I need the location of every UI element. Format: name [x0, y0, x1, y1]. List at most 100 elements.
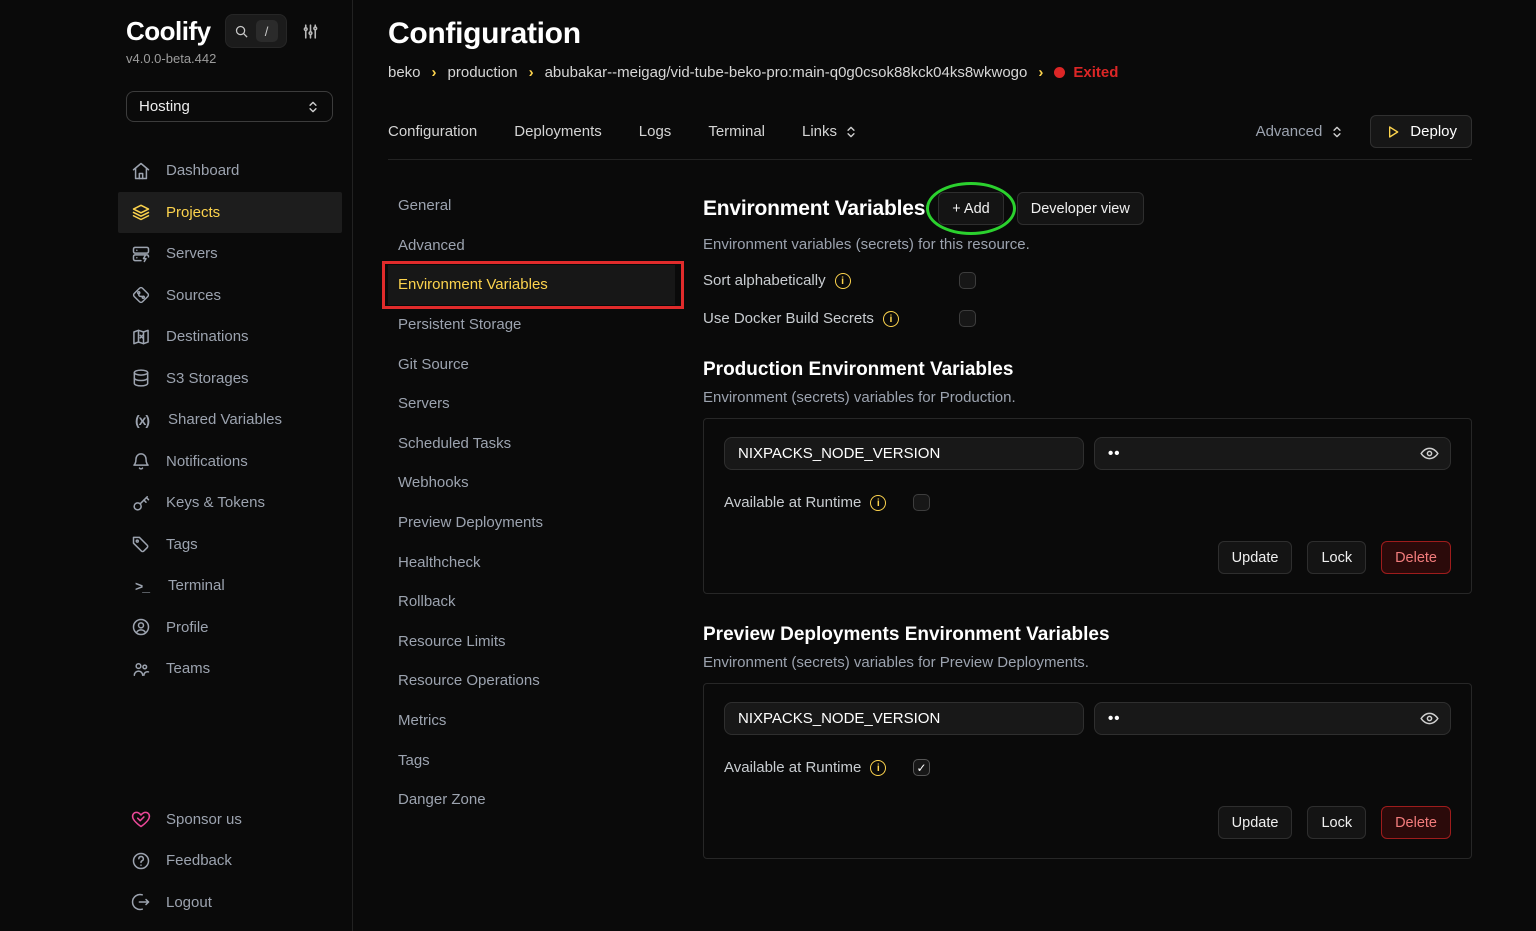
app-logo: Coolify — [126, 16, 211, 47]
sidebar-item-label: Destinations — [166, 328, 249, 345]
lock-button[interactable]: Lock — [1307, 541, 1366, 574]
subnav-item-general[interactable]: General — [388, 186, 675, 226]
status-badge: Exited — [1054, 64, 1118, 81]
reveal-value-button[interactable] — [1419, 708, 1440, 729]
subnav-item-label: Environment Variables — [398, 276, 548, 293]
sidebar-item-logout[interactable]: Logout — [118, 882, 344, 924]
variable-name-input[interactable] — [724, 437, 1084, 470]
subnav-item-danger-zone[interactable]: Danger Zone — [388, 780, 675, 820]
status-dot-icon — [1054, 67, 1065, 78]
sidebar-item-teams[interactable]: Teams — [118, 648, 342, 690]
sidebar-item-label: Sponsor us — [166, 811, 242, 828]
sidebar-item-label: Feedback — [166, 852, 232, 869]
subnav-item-persistent-storage[interactable]: Persistent Storage — [388, 305, 675, 345]
subnav-item-healthcheck[interactable]: Healthcheck — [388, 542, 675, 582]
sidebar-item-s3-storages[interactable]: S3 Storages — [118, 358, 342, 400]
sidebar-item-label: Servers — [166, 245, 218, 262]
sidebar-item-label: Shared Variables — [168, 411, 282, 428]
tab-deployments[interactable]: Deployments — [514, 123, 602, 140]
subnav-item-preview-deployments[interactable]: Preview Deployments — [388, 503, 675, 543]
chevron-right-icon: › — [1038, 64, 1043, 81]
sidebar-item-profile[interactable]: Profile — [118, 607, 342, 649]
subnav-item-scheduled-tasks[interactable]: Scheduled Tasks — [388, 424, 675, 464]
advanced-dropdown[interactable]: Advanced — [1256, 123, 1345, 140]
sort-alphabetically-checkbox[interactable]: ✓ — [959, 272, 976, 289]
docker-build-secrets-checkbox[interactable]: ✓ — [959, 310, 976, 327]
sidebar-item-label: S3 Storages — [166, 370, 249, 387]
tab-logs[interactable]: Logs — [639, 123, 672, 140]
advanced-dropdown-label: Advanced — [1256, 123, 1323, 140]
subnav-item-tags[interactable]: Tags — [388, 740, 675, 780]
sidebar-item-feedback[interactable]: Feedback — [118, 840, 344, 882]
production-section-subtitle: Environment (secrets) variables for Prod… — [703, 389, 1472, 406]
sidebar-item-sources[interactable]: Sources — [118, 275, 342, 317]
variable-value-input[interactable] — [1094, 702, 1451, 735]
team-select-value: Hosting — [139, 98, 190, 115]
subnav-item-resource-limits[interactable]: Resource Limits — [388, 622, 675, 662]
logout-icon — [131, 892, 151, 912]
preview-variable-card: Available at Runtime i ✓ Update Lock Del… — [703, 683, 1472, 859]
sidebar-item-label: Sources — [166, 287, 221, 304]
production-section-title: Production Environment Variables — [703, 359, 1472, 381]
subnav-item-webhooks[interactable]: Webhooks — [388, 463, 675, 503]
available-at-runtime-checkbox[interactable]: ✓ — [913, 759, 930, 776]
info-icon: i — [835, 273, 851, 289]
info-icon: i — [870, 495, 886, 511]
variable-name-input[interactable] — [724, 702, 1084, 735]
breadcrumb-resource[interactable]: abubakar--meigag/vid-tube-beko-pro:main-… — [545, 64, 1028, 81]
search-button[interactable]: / — [225, 14, 287, 48]
variable-value-input[interactable] — [1094, 437, 1451, 470]
subnav-item-environment-variables[interactable]: Environment Variables — [388, 265, 675, 305]
info-icon: i — [883, 311, 899, 327]
tab-configuration[interactable]: Configuration — [388, 123, 477, 140]
delete-button[interactable]: Delete — [1381, 806, 1451, 839]
subnav-item-metrics[interactable]: Metrics — [388, 701, 675, 741]
sidebar-item-shared-variables[interactable]: (x) Shared Variables — [118, 399, 342, 441]
update-button[interactable]: Update — [1218, 541, 1293, 574]
sidebar-item-label: Profile — [166, 619, 209, 636]
available-at-runtime-checkbox[interactable]: ✓ — [913, 494, 930, 511]
subnav-item-advanced[interactable]: Advanced — [388, 226, 675, 266]
developer-view-button[interactable]: Developer view — [1017, 192, 1144, 225]
user-circle-icon — [131, 617, 151, 637]
sidebar-item-dashboard[interactable]: Dashboard — [118, 150, 342, 192]
users-icon — [131, 659, 151, 679]
deploy-button[interactable]: Deploy — [1370, 115, 1472, 148]
main-content: Configuration beko › production › abubak… — [354, 0, 1536, 931]
sidebar-item-tags[interactable]: Tags — [118, 524, 342, 566]
sidebar-item-sponsor-us[interactable]: Sponsor us — [118, 799, 344, 841]
tag-icon — [131, 534, 151, 554]
tab-terminal[interactable]: Terminal — [708, 123, 765, 140]
tabbar-divider — [388, 159, 1472, 160]
preview-section-title: Preview Deployments Environment Variable… — [703, 624, 1472, 646]
tab-links-label: Links — [802, 123, 837, 140]
lock-button[interactable]: Lock — [1307, 806, 1366, 839]
docker-build-secrets-label: Use Docker Build Secrets — [703, 310, 874, 327]
delete-button[interactable]: Delete — [1381, 541, 1451, 574]
app-sidebar: Coolify / v4.0.0-beta.442 Hosting Dashbo… — [0, 0, 353, 931]
subnav-item-servers[interactable]: Servers — [388, 384, 675, 424]
sidebar-item-label: Teams — [166, 660, 210, 677]
breadcrumb-team[interactable]: beko — [388, 64, 421, 81]
subnav-item-resource-operations[interactable]: Resource Operations — [388, 661, 675, 701]
available-at-runtime-row: Available at Runtime i ✓ — [724, 759, 1451, 776]
sidebar-item-servers[interactable]: Servers — [118, 233, 342, 275]
breadcrumb-environment[interactable]: production — [448, 64, 518, 81]
panel-title: Environment Variables — [703, 197, 925, 221]
sidebar-item-keys-tokens[interactable]: Keys & Tokens — [118, 482, 342, 524]
team-select[interactable]: Hosting — [126, 91, 333, 122]
add-variable-button[interactable]: + Add — [938, 192, 1004, 225]
sidebar-item-terminal[interactable]: >_ Terminal — [118, 565, 342, 607]
sidebar-item-destinations[interactable]: Destinations — [118, 316, 342, 358]
sidebar-item-notifications[interactable]: Notifications — [118, 441, 342, 483]
tab-links[interactable]: Links — [802, 123, 858, 140]
subnav-item-rollback[interactable]: Rollback — [388, 582, 675, 622]
terminal-icon: >_ — [131, 578, 153, 594]
settings-sliders-icon[interactable] — [301, 22, 320, 41]
sidebar-item-projects[interactable]: Projects — [118, 192, 342, 234]
reveal-value-button[interactable] — [1419, 443, 1440, 464]
chevron-updown-icon — [306, 100, 320, 114]
available-at-runtime-label: Available at Runtime — [724, 494, 861, 511]
subnav-item-git-source[interactable]: Git Source — [388, 344, 675, 384]
update-button[interactable]: Update — [1218, 806, 1293, 839]
